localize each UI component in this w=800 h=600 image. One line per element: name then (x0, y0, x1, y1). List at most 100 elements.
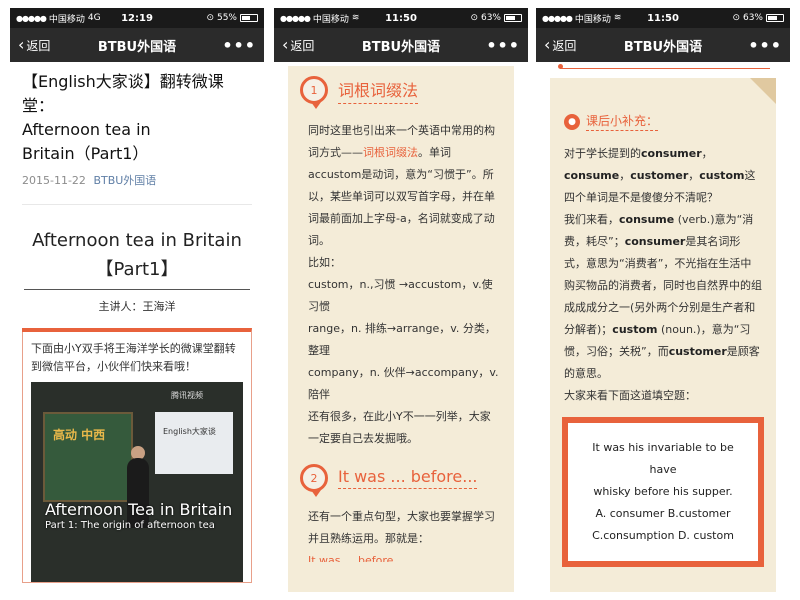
quiz-content: It was his invariable to be have whisky … (568, 423, 758, 561)
wechat-nav-bar: ‹ 返回 BTBU外国语 ••• (10, 28, 264, 62)
carrier-name: 中国移动 (574, 14, 611, 25)
text-run: 是其名词形式，意思为“消费者”，不光指在生活中购买物品的消费者，同时也自然界中的… (564, 235, 762, 336)
phone-screenshot-1: ●●●●● 中国移动 4G 12:19 ⊙ 55% ‹ 返回 BTBU外国语 •… (10, 8, 264, 592)
status-bar: ●●●●● 中国移动 4G 12:19 ⊙ 55% (10, 8, 264, 28)
section-text: 还有一个重点句型，大家也要掌握学习并且熟练运用。那就是： It was ... … (288, 492, 514, 562)
battery-icon (766, 14, 784, 22)
example-line: range，n. 排练→arrange，v. 分类，整理 (308, 322, 496, 357)
quiz-options: A. consumer B.customer (595, 507, 731, 520)
article-title-line: Afternoon tea in (22, 120, 151, 139)
highlight-text: 词根词缀法 (363, 146, 418, 159)
example-line: custom，n.,习惯 →accustom，v.使习惯 (308, 278, 493, 313)
subject-part: 【Part1】 (95, 259, 179, 280)
phone-screenshot-2: ●●●●● 中国移动 ≋ 11:50 ⊙ 63% ‹ 返回 BTBU外国语 ••… (274, 8, 528, 592)
back-button[interactable]: ‹ 返回 (544, 37, 576, 54)
paragraph: 我们来看，consume (verb.)意为“消费，耗尽”；consumer是其… (564, 209, 762, 385)
video-frame-screen (155, 412, 233, 474)
article-title: 【English大家谈】翻转微课堂： Afternoon tea in Brit… (22, 70, 252, 166)
divider (22, 204, 252, 205)
subject-divider (24, 289, 250, 290)
video-subtitle: Part 1: The origin of afternoon tea (45, 520, 215, 531)
section-title: 词根词缀法 (338, 77, 419, 104)
back-button[interactable]: ‹ 返回 (282, 37, 314, 54)
bold-term: consumer (641, 147, 702, 160)
top-strip (550, 62, 776, 78)
back-label: 返回 (552, 38, 577, 53)
article-content: 【English大家谈】翻转微课堂： Afternoon tea in Brit… (10, 62, 264, 591)
back-button[interactable]: ‹ 返回 (18, 37, 50, 54)
signal-icon: ●●●●● (280, 13, 311, 23)
lecturer-name: 主讲人：王海洋 (98, 300, 176, 313)
corner-decoration (22, 328, 32, 338)
status-bar: ●●●●● 中国移动 ≋ 11:50 ⊙ 63% (274, 8, 528, 28)
decoration-line (560, 68, 770, 69)
bold-term: consumer (624, 235, 686, 248)
article-card: ● 课后小补充： 对于学长提到的consumer，consume，custome… (550, 62, 776, 592)
signal-icon: ●●●●● (542, 13, 573, 23)
video-title: Afternoon Tea in Britain (45, 500, 233, 519)
text-run: ， (619, 169, 631, 182)
bold-term: consume (619, 213, 675, 226)
lock-rotation-icon: ⊙ (732, 13, 740, 23)
quiz-box: It was his invariable to be have whisky … (562, 417, 764, 567)
battery-percent: 55% (216, 13, 237, 23)
text-run: ， (701, 147, 713, 160)
map-pin-icon: 1 (300, 76, 328, 109)
video-logo: 腾讯视频 (171, 391, 203, 400)
section-title: It was ... before... (338, 467, 478, 489)
corner-fold-decoration (750, 78, 776, 104)
battery-percent: 63% (480, 13, 501, 23)
paragraph: 还有一个重点句型，大家也要掌握学习并且熟练运用。那就是： (308, 510, 495, 545)
subject-title: Afternoon tea in Britain (32, 230, 242, 251)
intro-text: 下面由小Y双手将王海洋学长的微课堂翻转到微信平台，小伙伴们快来看哦！ (31, 342, 236, 373)
chevron-left-icon: ‹ (282, 35, 289, 54)
bold-term: custom (699, 169, 745, 182)
article-title-line: Britain（Part1） (22, 144, 149, 163)
paragraph: 同时这里也引出来一个英语中常用的构词方式——词根词缀法。单词accustom是动… (308, 120, 500, 252)
wifi-icon: ≋ (351, 13, 360, 23)
phone-screenshot-3: ●●●●● 中国移动 ≋ 11:50 ⊙ 63% ‹ 返回 BTBU外国语 ••… (536, 8, 790, 592)
lock-rotation-icon: ⊙ (470, 13, 478, 23)
text-run: 对于学长提到的 (564, 147, 641, 160)
tip-text: 对于学长提到的consumer，consume，customer，custom这… (550, 131, 776, 407)
paragraph: 大家来看下面这道填空题： (564, 389, 696, 402)
bold-term: customer (630, 169, 689, 182)
article-date: 2015-11-22 (22, 174, 86, 187)
article-meta: 2015-11-22 BTBU外国语 (22, 172, 252, 188)
video-screen-text: English大家谈 (163, 427, 216, 436)
lock-rotation-icon: ⊙ (206, 13, 214, 23)
video-player[interactable]: 高动 中西 English大家谈 腾讯视频 Afternoon Tea in B… (31, 382, 243, 582)
article-title-line: 【English大家谈】翻转微课堂： (22, 72, 224, 115)
signal-icon: ●●●●● (16, 13, 47, 23)
chevron-left-icon: ‹ (18, 35, 25, 54)
chevron-left-icon: ‹ (544, 35, 551, 54)
lightbulb-icon: ● (564, 113, 580, 130)
bold-term: custom (612, 323, 658, 336)
text-run: 我们来看， (564, 213, 619, 226)
more-menu-button[interactable]: ••• (486, 36, 520, 55)
wechat-nav-bar: ‹ 返回 BTBU外国语 ••• (274, 28, 528, 62)
account-link[interactable]: BTBU外国语 (93, 174, 156, 187)
tip-header: ● 课后小补充： (564, 112, 776, 131)
carrier-name: 中国移动 (48, 14, 85, 25)
back-label: 返回 (290, 38, 315, 53)
quiz-line: whisky before his supper. (593, 485, 733, 498)
video-board-text: 高动 中西 (53, 428, 106, 442)
more-menu-button[interactable]: ••• (748, 36, 782, 55)
more-menu-button[interactable]: ••• (222, 36, 256, 55)
quiz-options: C.consumption D. custom (592, 529, 734, 542)
intro-box: 下面由小Y双手将王海洋学长的微课堂翻转到微信平台，小伙伴们快来看哦！ 高动 中西… (22, 328, 252, 583)
quiz-line: It was his invariable to be have (592, 441, 734, 476)
section-text: 同时这里也引出来一个英语中常用的构词方式——词根词缀法。单词accustom是动… (288, 104, 514, 450)
text-run: ， (688, 169, 700, 182)
wechat-nav-bar: ‹ 返回 BTBU外国语 ••• (536, 28, 790, 62)
paragraph: 比如： (308, 256, 341, 269)
status-bar: ●●●●● 中国移动 ≋ 11:50 ⊙ 63% (536, 8, 790, 28)
tip-title: 课后小补充： (586, 112, 659, 131)
article-card: 1 词根词缀法 同时这里也引出来一个英语中常用的构词方式——词根词缀法。单词ac… (288, 66, 514, 592)
text-run: 。单词accustom是动词，意为“习惯于”。所以，某些单词可以双写首字母，并在… (308, 146, 495, 247)
back-label: 返回 (26, 38, 51, 53)
wifi-icon: ≋ (613, 13, 622, 23)
section-header-2: 2 It was ... before... (288, 450, 514, 497)
paragraph: 对于学长提到的consumer，consume，customer，custom这… (564, 143, 762, 209)
